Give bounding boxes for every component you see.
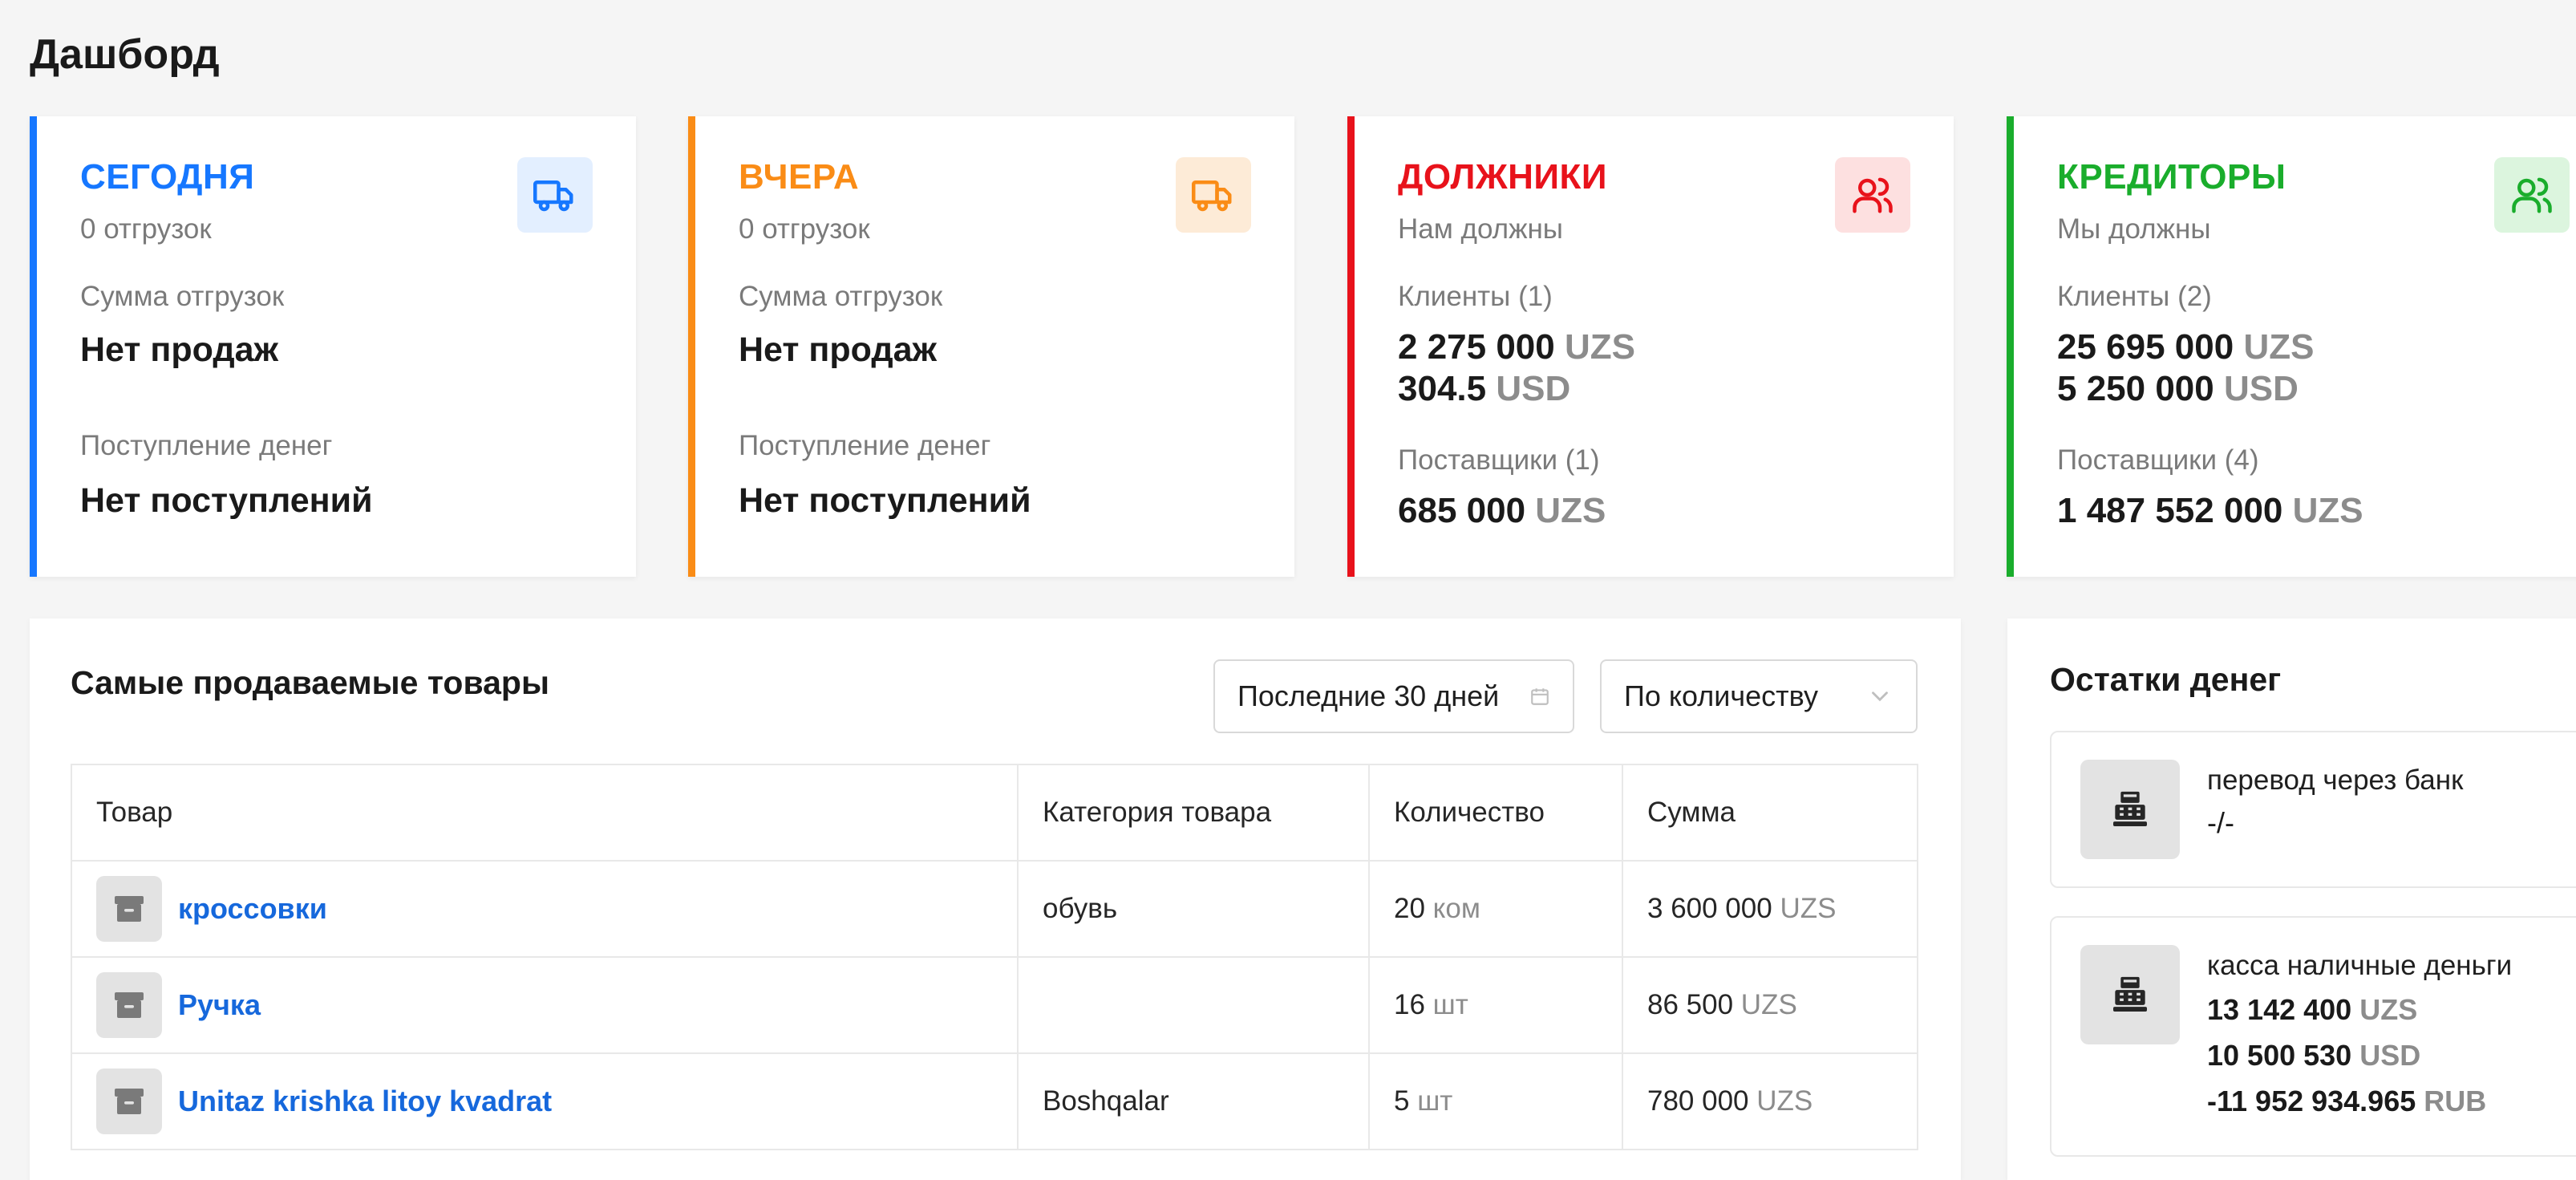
product-image-placeholder-icon bbox=[96, 876, 162, 942]
card-title: СЕГОДНЯ bbox=[80, 157, 255, 197]
cash-account-card[interactable]: перевод через банк -/- bbox=[2050, 731, 2576, 888]
clients-amount: 2 275 000 UZS bbox=[1398, 327, 1635, 367]
suppliers-amount: 1 487 552 000 UZS bbox=[2057, 491, 2363, 530]
product-quantity: 20 ком bbox=[1368, 860, 1623, 958]
product-image-placeholder-icon bbox=[96, 1068, 162, 1134]
table-header-row: Товар Категория товара Количество Сумма bbox=[71, 764, 1918, 862]
cash-account-balance: -/- bbox=[2207, 806, 2234, 839]
product-sum: 3 600 000 UZS bbox=[1622, 860, 1918, 958]
product-quantity: 5 шт bbox=[1368, 1052, 1623, 1150]
card-debtors[interactable]: ДОЛЖНИКИ Нам должны Клиенты (1) 2 275 00… bbox=[1347, 116, 1954, 577]
product-link[interactable]: Ручка bbox=[178, 988, 261, 1022]
card-subtitle: Нам должны bbox=[1398, 213, 1563, 245]
product-category: обувь bbox=[1017, 860, 1370, 958]
cash-register-icon bbox=[2080, 945, 2180, 1044]
product-image-placeholder-icon bbox=[96, 972, 162, 1038]
clients-label: Клиенты (2) bbox=[2057, 281, 2212, 312]
product-link[interactable]: Unitaz krishka litoy kvadrat bbox=[178, 1085, 552, 1118]
shipments-sum-label: Сумма отгрузок bbox=[739, 281, 943, 312]
chevron-down-icon bbox=[1866, 683, 1894, 710]
cash-register-icon bbox=[2080, 760, 2180, 859]
truck-icon bbox=[1176, 157, 1251, 233]
suppliers-label: Поставщики (4) bbox=[2057, 444, 2259, 476]
card-subtitle: 0 отгрузок bbox=[739, 213, 870, 245]
cash-balances-title: Остатки денег bbox=[2050, 661, 2282, 698]
money-income-label: Поступление денег bbox=[80, 430, 333, 461]
card-yesterday[interactable]: ВЧЕРА 0 отгрузок Сумма отгрузок Нет прод… bbox=[688, 116, 1294, 577]
cash-account-name: касса наличные деньги bbox=[2207, 950, 2513, 981]
page-title: Дашборд bbox=[30, 31, 220, 78]
calendar-icon bbox=[1529, 686, 1550, 707]
cash-account-balance: -11 952 934.965 RUB bbox=[2207, 1085, 2487, 1117]
shipments-sum-label: Сумма отгрузок bbox=[80, 281, 285, 312]
clients-label: Клиенты (1) bbox=[1398, 281, 1553, 312]
card-subtitle: Мы должны bbox=[2057, 213, 2211, 245]
users-icon bbox=[1835, 157, 1910, 233]
product-sum: 780 000 UZS bbox=[1622, 1052, 1918, 1150]
card-title: ДОЛЖНИКИ bbox=[1398, 157, 1607, 197]
suppliers-amount: 685 000 UZS bbox=[1398, 491, 1606, 530]
money-income-value: Нет поступлений bbox=[739, 481, 1031, 520]
clients-amount: 5 250 000 USD bbox=[2057, 369, 2299, 408]
card-title: ВЧЕРА bbox=[739, 157, 860, 197]
cash-account-balance: 13 142 400 UZS bbox=[2207, 993, 2418, 1026]
cash-account-name: перевод через банк bbox=[2207, 764, 2464, 796]
table-row: Ручка 16 шт 86 500 UZS bbox=[71, 956, 1918, 1054]
card-creditors[interactable]: КРЕДИТОРЫ Мы должны Клиенты (2) 25 695 0… bbox=[2007, 116, 2576, 577]
money-income-label: Поступление денег bbox=[739, 430, 991, 461]
card-subtitle: 0 отгрузок bbox=[80, 213, 212, 245]
top-products-title: Самые продаваемые товары bbox=[71, 664, 549, 701]
product-link[interactable]: кроссовки bbox=[178, 892, 327, 926]
users-icon bbox=[2494, 157, 2570, 233]
cash-account-card[interactable]: касса наличные деньги 13 142 400 UZS 10 … bbox=[2050, 916, 2576, 1157]
card-title: КРЕДИТОРЫ bbox=[2057, 157, 2286, 197]
product-quantity: 16 шт bbox=[1368, 956, 1623, 1054]
column-header[interactable]: Категория товара bbox=[1017, 764, 1370, 862]
column-header[interactable]: Товар bbox=[71, 764, 1019, 862]
shipments-sum-value: Нет продаж bbox=[80, 330, 279, 369]
product-category bbox=[1017, 956, 1370, 1054]
sort-select[interactable]: По количеству bbox=[1600, 659, 1918, 733]
truck-icon bbox=[517, 157, 593, 233]
product-category: Boshqalar bbox=[1017, 1052, 1370, 1150]
clients-amount: 25 695 000 UZS bbox=[2057, 327, 2315, 367]
card-today[interactable]: СЕГОДНЯ 0 отгрузок Сумма отгрузок Нет пр… bbox=[30, 116, 636, 577]
column-header[interactable]: Количество bbox=[1368, 764, 1623, 862]
column-header[interactable]: Сумма bbox=[1622, 764, 1918, 862]
sort-value: По количеству bbox=[1624, 679, 1818, 712]
money-income-value: Нет поступлений bbox=[80, 481, 373, 520]
table-row: кроссовки обувь 20 ком 3 600 000 UZS bbox=[71, 860, 1918, 958]
product-sum: 86 500 UZS bbox=[1622, 956, 1918, 1054]
shipments-sum-value: Нет продаж bbox=[739, 330, 938, 369]
top-products-table: Товар Категория товара Количество Сумма … bbox=[71, 764, 1918, 1150]
suppliers-label: Поставщики (1) bbox=[1398, 444, 1600, 476]
table-row: Unitaz krishka litoy kvadrat Boshqalar 5… bbox=[71, 1052, 1918, 1150]
period-value: Последние 30 дней bbox=[1237, 679, 1500, 712]
period-picker[interactable]: Последние 30 дней bbox=[1213, 659, 1574, 733]
cash-account-balance: 10 500 530 USD bbox=[2207, 1039, 2421, 1072]
clients-amount: 304.5 USD bbox=[1398, 369, 1571, 408]
